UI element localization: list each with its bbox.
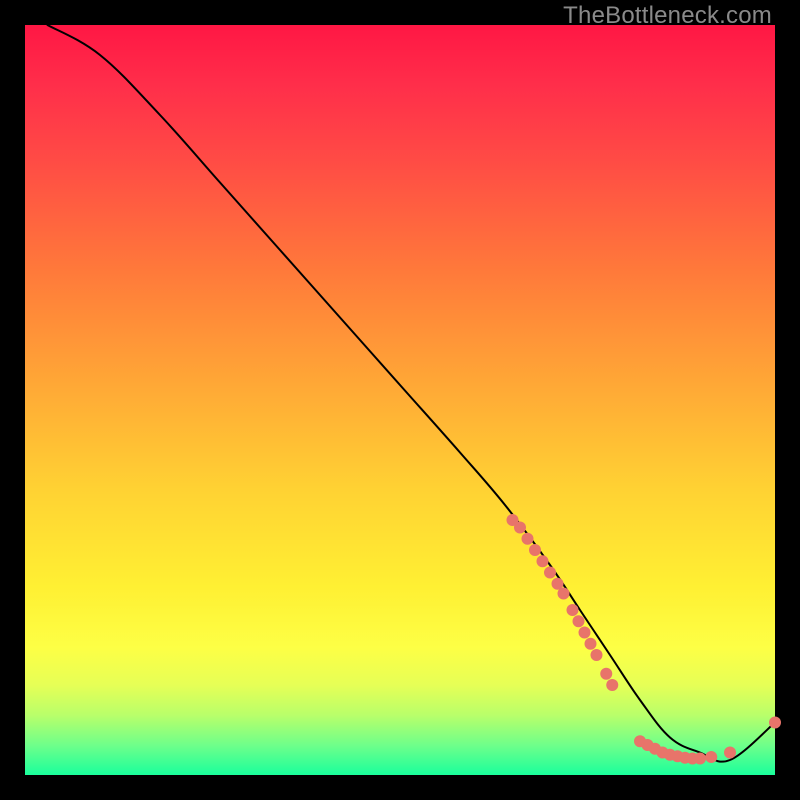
data-curve — [48, 25, 776, 762]
chart-svg — [25, 25, 775, 775]
data-point — [573, 615, 585, 627]
data-point — [606, 679, 618, 691]
chart-stage: TheBottleneck.com — [0, 0, 800, 800]
data-point — [514, 522, 526, 534]
data-point — [579, 627, 591, 639]
data-point — [537, 555, 549, 567]
data-point — [705, 751, 717, 763]
data-point — [522, 533, 534, 545]
plot-area — [25, 25, 775, 775]
data-point — [544, 567, 556, 579]
data-point — [724, 747, 736, 759]
data-point — [585, 638, 597, 650]
data-point — [694, 753, 706, 765]
data-point — [600, 668, 612, 680]
data-point — [591, 649, 603, 661]
data-point — [567, 604, 579, 616]
data-point — [558, 588, 570, 600]
data-point — [769, 717, 781, 729]
data-points — [507, 514, 782, 765]
data-point — [529, 544, 541, 556]
